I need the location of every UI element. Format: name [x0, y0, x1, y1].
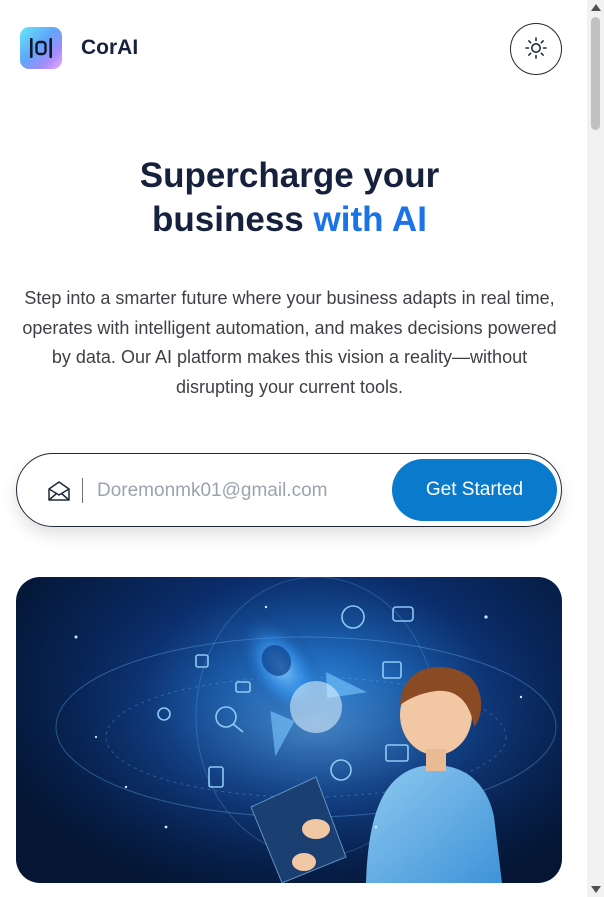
scroll-down-arrow-icon[interactable] [591, 886, 601, 893]
hero-image [16, 577, 562, 883]
input-divider [82, 478, 83, 503]
get-started-button[interactable]: Get Started [392, 459, 557, 521]
scroll-up-arrow-icon[interactable] [591, 4, 601, 11]
brand-name[interactable]: CorAI [81, 36, 138, 60]
theme-toggle-button[interactable] [510, 23, 562, 75]
vertical-scrollbar[interactable] [587, 0, 604, 897]
hero-title-line1: Supercharge your [139, 156, 440, 195]
hero-title-line2: business [152, 200, 304, 239]
mail-open-icon [47, 480, 71, 502]
scrollbar-thumb[interactable] [591, 17, 600, 130]
hero-title: Supercharge your business with AI [0, 154, 579, 242]
email-input[interactable] [97, 474, 387, 508]
page: CorAI Supercharge your business with AI … [0, 0, 604, 897]
hero-title-accent: with AI [313, 200, 427, 239]
sun-icon [524, 36, 548, 63]
hero-description: Step into a smarter future where your bu… [22, 288, 557, 397]
corai-logo-icon[interactable] [20, 27, 62, 69]
email-signup-form: Get Started [16, 453, 562, 527]
main-content: CorAI Supercharge your business with AI … [0, 0, 587, 897]
